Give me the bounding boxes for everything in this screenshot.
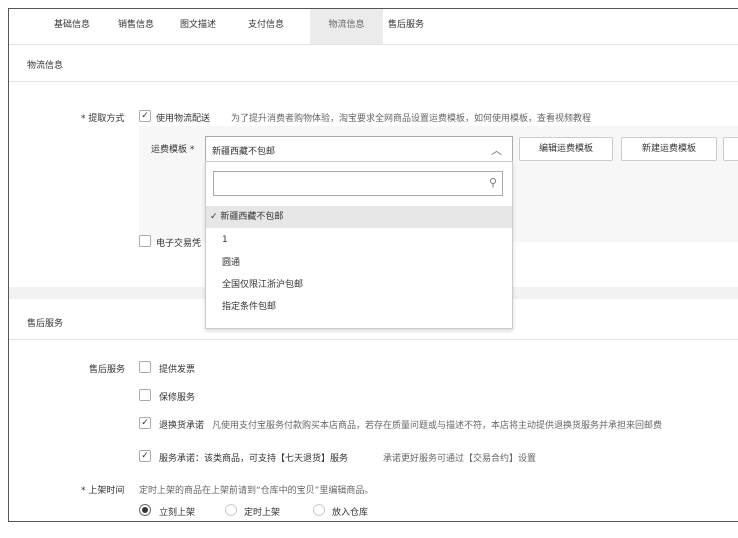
template-dropdown: ⚲ ✓ 新疆西藏不包邮 1 圆通 全国仅限江浙沪包邮 指定条件包邮 xyxy=(205,161,513,329)
check-icon: ✓ xyxy=(210,212,218,222)
radio-warehouse[interactable] xyxy=(313,504,325,516)
dropdown-option[interactable]: 1 xyxy=(206,229,512,251)
use-logistics-label: 使用物流配送 xyxy=(156,114,211,124)
service-note: 承诺更好服务可通过【交易合约】设置 xyxy=(383,454,537,464)
invoice-checkbox[interactable] xyxy=(139,361,151,373)
tab-basic[interactable]: 基础信息 xyxy=(37,9,107,44)
e-voucher-label: 电子交易凭 xyxy=(156,239,202,249)
return-note: 凡使用支付宝服务付款购买本店商品，若存在质量问题或与描述不符，本店将主动提供退换… xyxy=(212,421,663,431)
more-button[interactable] xyxy=(723,137,738,161)
warranty-label: 保修服务 xyxy=(159,393,196,403)
chevron-up-icon: ︿ xyxy=(491,144,502,157)
template-value: 新疆西藏不包邮 xyxy=(212,147,276,157)
tab-description[interactable]: 图文描述 xyxy=(163,9,233,44)
template-select[interactable]: 新疆西藏不包邮 ︿ xyxy=(205,136,513,162)
listing-note: 定时上架的商品在上架前请到“仓库中的宝贝”里编辑商品。 xyxy=(139,486,374,496)
return-label: 退换货承诺 xyxy=(159,421,205,431)
warranty-checkbox[interactable] xyxy=(139,389,151,401)
pickup-note: 为了提升消费者购物体验，淘宝要求全网商品设置运费模板，如何使用模板，查看视频教程 xyxy=(231,114,592,124)
dropdown-option[interactable]: 全国仅限江浙沪包邮 xyxy=(206,274,512,296)
tab-sales[interactable]: 销售信息 xyxy=(101,9,171,44)
service-checkbox[interactable]: ✓ xyxy=(139,450,151,462)
listing-time-label: * 上架时间 xyxy=(81,486,125,496)
service-label: 服务承诺：该类商品，可支持【七天退货】服务 xyxy=(159,454,349,464)
after-sales-label: 售后服务 xyxy=(89,365,126,375)
radio-immediate-label: 立刻上架 xyxy=(159,508,196,518)
dropdown-option-selected[interactable]: ✓ 新疆西藏不包邮 xyxy=(206,206,512,228)
new-template-button[interactable]: 新建运费模板 xyxy=(621,137,717,161)
dropdown-option[interactable]: 圆通 xyxy=(206,252,512,274)
radio-scheduled[interactable] xyxy=(225,504,237,516)
search-icon: ⚲ xyxy=(488,176,497,189)
section-title-logistics: 物流信息 xyxy=(27,61,64,71)
form-frame: 基础信息 销售信息 图文描述 支付信息 物流信息 售后服务 物流信息 * 提取方… xyxy=(8,8,738,522)
e-voucher-checkbox[interactable] xyxy=(139,235,151,247)
template-search-input[interactable]: ⚲ xyxy=(213,171,503,196)
use-logistics-checkbox[interactable]: ✓ xyxy=(139,110,151,122)
divider xyxy=(9,81,738,82)
divider xyxy=(9,44,738,45)
divider xyxy=(9,339,738,340)
tab-after-sales[interactable]: 售后服务 xyxy=(371,9,441,44)
option-label: 新疆西藏不包邮 xyxy=(220,212,284,222)
invoice-label: 提供发票 xyxy=(159,365,196,375)
dropdown-option[interactable]: 指定条件包邮 xyxy=(206,296,512,318)
radio-warehouse-label: 放入仓库 xyxy=(332,508,369,518)
tab-payment[interactable]: 支付信息 xyxy=(231,9,301,44)
section-title-after-sales: 售后服务 xyxy=(27,319,64,329)
return-checkbox[interactable]: ✓ xyxy=(139,417,151,429)
radio-scheduled-label: 定时上架 xyxy=(244,508,281,518)
template-label: 运费模板 * xyxy=(151,145,195,155)
edit-template-button[interactable]: 编辑运费模板 xyxy=(519,137,613,161)
radio-immediate[interactable] xyxy=(139,504,151,516)
pickup-label: * 提取方式 xyxy=(81,114,125,124)
